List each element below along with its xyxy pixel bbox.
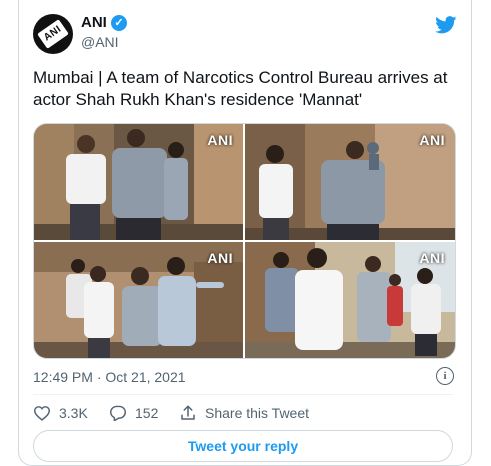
verified-badge-icon: ✓	[111, 15, 127, 31]
author-handle[interactable]: @ANI	[81, 34, 119, 50]
photo-grid: ANI ANI ANI ANI	[33, 123, 456, 359]
author-avatar[interactable]: ANI	[33, 14, 73, 54]
photo-watermark: ANI	[419, 132, 445, 148]
tweet-photo-4[interactable]: ANI	[245, 242, 455, 358]
photo-watermark: ANI	[419, 250, 445, 266]
author-name[interactable]: ANI	[81, 14, 107, 31]
tweet-photo-3[interactable]: ANI	[34, 242, 243, 358]
like-count: 3.3K	[59, 405, 88, 421]
twitter-bird-icon[interactable]	[435, 16, 457, 34]
reply-count: 152	[135, 405, 159, 421]
like-button[interactable]: 3.3K	[33, 403, 88, 423]
tweet-photo-2[interactable]: ANI	[245, 124, 455, 240]
tweet-card: ANI ANI ✓ @ANI Mumbai | A team of Narcot…	[18, 0, 472, 466]
share-button[interactable]: Share this Tweet	[179, 403, 309, 423]
info-icon[interactable]: i	[436, 367, 454, 385]
heart-icon	[33, 406, 51, 421]
share-icon	[181, 405, 195, 420]
photo-watermark: ANI	[207, 132, 233, 148]
tweet-timestamp[interactable]: 12:49 PM · Oct 21, 2021	[33, 369, 186, 385]
tweet-your-reply-button[interactable]: Tweet your reply	[33, 430, 453, 462]
divider	[33, 394, 453, 395]
reply-button[interactable]: 152	[109, 403, 158, 423]
reply-icon	[110, 405, 126, 421]
tweet-text: Mumbai | A team of Narcotics Control Bur…	[33, 68, 448, 109]
avatar-logo-text: ANI	[41, 23, 64, 44]
photo-watermark: ANI	[207, 250, 233, 266]
tweet-photo-1[interactable]: ANI	[34, 124, 243, 240]
share-label: Share this Tweet	[205, 405, 310, 421]
